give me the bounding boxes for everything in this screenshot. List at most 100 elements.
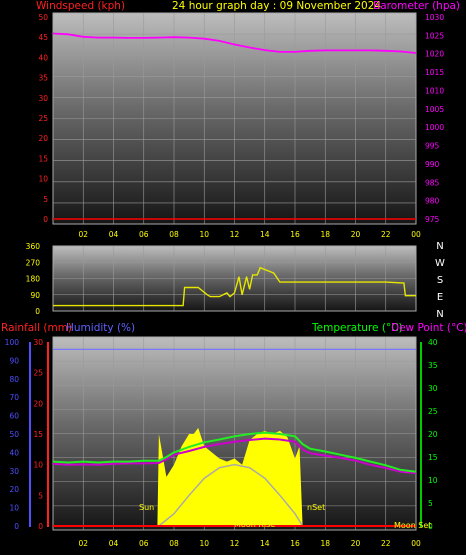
barometer-tick-label: 985 — [425, 178, 440, 187]
graph-title: 24 hour graph day : 09 November 2024 — [172, 0, 381, 12]
hour-tick-label: 06 — [139, 230, 149, 239]
windspeed-tick-label: 45 — [38, 33, 48, 42]
rainfall-tick-label: 25 — [33, 369, 43, 378]
temperature-tick-label: 20 — [428, 430, 438, 439]
hour-tick-label: 14 — [260, 230, 270, 239]
humidity-tick-label: 80 — [9, 375, 19, 384]
windspeed-tick-label: 5 — [43, 195, 48, 204]
rainfall-tick-labels: 0 5 10 15 20 25 30 — [33, 338, 43, 531]
hour-tick-label: 14 — [260, 539, 270, 548]
windspeed-tick-label: 50 — [38, 13, 48, 22]
humidity-tick-label: 10 — [9, 504, 19, 513]
humidity-tick-label: 30 — [9, 467, 19, 476]
barometer-tick-label: 1030 — [425, 13, 444, 22]
windspeed-tick-labels: 0 5 10 15 20 25 30 35 40 45 50 — [38, 13, 48, 224]
hour-tick-label: 02 — [78, 230, 88, 239]
rainfall-tick-label: 20 — [33, 399, 43, 408]
wind-direction-tick-label: 90 — [30, 291, 40, 300]
compass-labels: NWSEN — [435, 241, 445, 320]
barometer-tick-label: 1005 — [425, 105, 444, 114]
rainfall-tick-label: 10 — [33, 461, 43, 470]
sunrise-label: Sun — [139, 503, 154, 512]
compass-label: S — [437, 275, 443, 286]
windspeed-axis-title: Windspeed (kph) — [36, 0, 125, 12]
compass-label: N — [436, 241, 443, 252]
humidity-tick-label: 40 — [9, 448, 19, 457]
windspeed-tick-label: 30 — [38, 94, 48, 103]
temperature-tick-label: 25 — [428, 407, 438, 416]
windspeed-tick-label: 0 — [43, 215, 48, 224]
barometer-axis-title: Barometer (hpa) — [373, 0, 460, 12]
humidity-tick-label: 0 — [14, 522, 19, 531]
rainfall-tick-label: 30 — [33, 338, 43, 347]
compass-label: N — [436, 309, 443, 320]
hour-tick-label: 20 — [351, 230, 361, 239]
temperature-tick-label: 5 — [428, 499, 433, 508]
moonset-label: Moon Set — [394, 521, 431, 530]
dewpoint-axis-title: Dew Point (°C) — [391, 322, 466, 334]
hour-tick-label: 10 — [199, 230, 209, 239]
sunset-label: nSet — [307, 503, 325, 512]
barometer-tick-label: 975 — [425, 215, 440, 224]
wind-direction-tick-labels: 0 90 180 270 360 — [26, 242, 41, 316]
hour-tick-label: 20 — [351, 539, 361, 548]
hour-tick-label: 18 — [320, 230, 330, 239]
windspeed-tick-label: 35 — [38, 74, 48, 83]
wind-direction-tick-label: 270 — [26, 258, 41, 267]
barometer-tick-label: 995 — [425, 142, 440, 151]
barometer-tick-label: 1000 — [425, 123, 444, 132]
rainfall-tick-label: 0 — [38, 522, 43, 531]
windspeed-tick-label: 20 — [38, 134, 48, 143]
wind-baro-hour-labels: 02 04 06 08 10 12 14 16 18 20 22 00 — [78, 230, 421, 239]
hour-tick-label: 08 — [169, 539, 179, 548]
temperature-axis-title: Temperature (°C) — [311, 322, 403, 334]
humidity-tick-label: 60 — [9, 412, 19, 421]
temperature-tick-labels: 0510152025303540 — [428, 338, 438, 531]
humidity-tick-label: 20 — [9, 485, 19, 494]
hour-tick-label: 22 — [381, 230, 391, 239]
hour-tick-label: 04 — [109, 539, 119, 548]
hour-tick-label: 16 — [290, 539, 300, 548]
weather-graph: Windspeed (kph) 24 hour graph day : 09 N… — [1, 0, 466, 548]
temp-humidity-hour-labels: 02 04 06 08 10 12 14 16 18 20 22 00 — [78, 539, 421, 548]
windspeed-tick-label: 40 — [38, 53, 48, 62]
barometer-tick-label: 1015 — [425, 68, 444, 77]
rainfall-tick-label: 15 — [33, 430, 43, 439]
wind-direction-tick-label: 180 — [26, 275, 41, 284]
wind-direction-tick-label: 0 — [35, 307, 40, 316]
hour-tick-label: 00 — [411, 539, 421, 548]
hour-tick-label: 00 — [411, 230, 421, 239]
barometer-tick-label: 1010 — [425, 86, 444, 95]
compass-label: W — [435, 258, 445, 269]
hour-tick-label: 22 — [381, 539, 391, 548]
hour-tick-label: 08 — [169, 230, 179, 239]
hour-tick-label: 04 — [109, 230, 119, 239]
rainfall-axis-title: Rainfall (mm) — [1, 322, 72, 334]
humidity-tick-labels: 0 10 20 30 40 50 60 70 80 90 100 — [5, 338, 20, 531]
hour-tick-label: 10 — [199, 539, 209, 548]
humidity-tick-label: 50 — [9, 430, 19, 439]
barometer-tick-labels: 975 980 985 990 995 1000 1005 1010 1015 1020 1025 1… — [425, 13, 444, 224]
temperature-tick-label: 40 — [428, 338, 438, 347]
wind-direction-tick-label: 360 — [26, 242, 41, 251]
hour-tick-label: 06 — [139, 539, 149, 548]
humidity-tick-label: 90 — [9, 356, 19, 365]
rainfall-tick-label: 5 — [38, 491, 43, 500]
moonrise-label: Moon Rise — [234, 520, 275, 529]
humidity-tick-label: 100 — [5, 338, 20, 347]
windspeed-tick-label: 15 — [38, 154, 48, 163]
barometer-tick-label: 980 — [425, 197, 440, 206]
temperature-tick-label: 30 — [428, 384, 438, 393]
temperature-tick-label: 10 — [428, 476, 438, 485]
temperature-tick-label: 15 — [428, 453, 438, 462]
barometer-tick-label: 1020 — [425, 50, 444, 59]
humidity-axis-title: Humidity (%) — [66, 322, 135, 334]
barometer-tick-label: 990 — [425, 160, 440, 169]
windspeed-tick-label: 10 — [38, 175, 48, 184]
temperature-tick-label: 35 — [428, 361, 438, 370]
hour-tick-label: 12 — [230, 230, 240, 239]
windspeed-tick-label: 25 — [38, 114, 48, 123]
compass-label: E — [437, 292, 443, 303]
hour-tick-label: 02 — [78, 539, 88, 548]
humidity-tick-label: 70 — [9, 393, 19, 402]
